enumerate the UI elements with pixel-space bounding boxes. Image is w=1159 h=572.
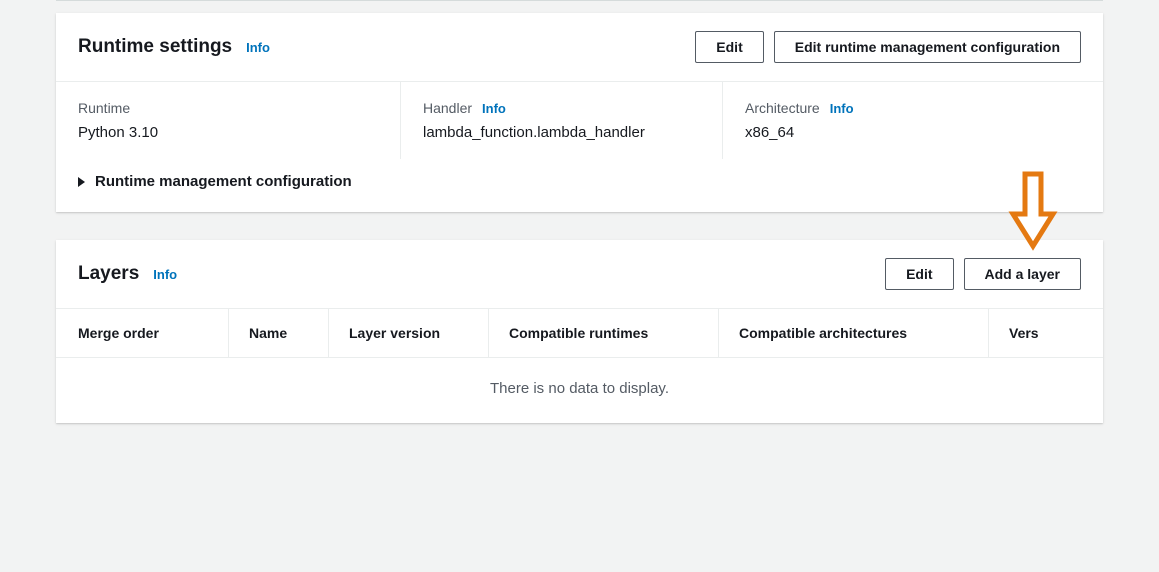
caret-right-icon [78,177,85,187]
handler-info-link[interactable]: Info [482,101,506,116]
layers-info-link[interactable]: Info [153,267,177,282]
handler-value: lambda_function.lambda_handler [423,124,700,141]
handler-cell: Handler Info lambda_function.lambda_hand… [400,82,700,159]
runtime-settings-info-link[interactable]: Info [246,40,270,55]
architecture-info-link[interactable]: Info [830,101,854,116]
col-compat-arch[interactable]: Compatible architectures [718,309,988,357]
layers-title: Layers [78,263,139,285]
edit-runtime-button[interactable]: Edit [695,31,763,63]
col-name[interactable]: Name [228,309,328,357]
runtime-settings-header: Runtime settings Info Edit Edit runtime … [56,13,1103,81]
runtime-cell: Runtime Python 3.10 [78,82,378,159]
runtime-settings-panel: Runtime settings Info Edit Edit runtime … [56,13,1103,212]
runtime-management-expander[interactable]: Runtime management configuration [56,159,1103,212]
handler-label: Handler [423,100,472,116]
add-layer-button[interactable]: Add a layer [964,258,1081,290]
runtime-settings-title: Runtime settings [78,36,232,58]
architecture-label: Architecture [745,100,820,116]
architecture-value: x86_64 [745,124,1081,141]
runtime-label: Runtime [78,100,130,116]
col-layer-version[interactable]: Layer version [328,309,488,357]
layers-empty-message: There is no data to display. [56,358,1103,423]
edit-runtime-config-button[interactable]: Edit runtime management configuration [774,31,1081,63]
layers-panel: Layers Info Edit Add a layer Merge order… [56,240,1103,423]
layers-table-header: Merge order Name Layer version Compatibl… [56,308,1103,358]
col-merge-order[interactable]: Merge order [78,309,228,357]
architecture-cell: Architecture Info x86_64 [722,82,1081,159]
runtime-value: Python 3.10 [78,124,378,141]
col-compat-runtimes[interactable]: Compatible runtimes [488,309,718,357]
runtime-details-row: Runtime Python 3.10 Handler Info lambda_… [56,81,1103,159]
edit-layers-button[interactable]: Edit [885,258,953,290]
col-version[interactable]: Vers [988,309,1049,357]
runtime-management-expander-label: Runtime management configuration [95,173,352,190]
layers-header: Layers Info Edit Add a layer [56,240,1103,308]
